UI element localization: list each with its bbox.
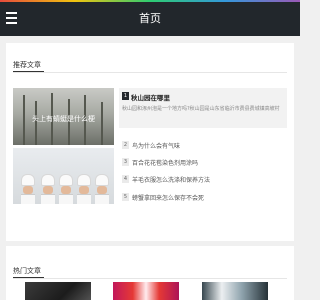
hot-article-thumbnail[interactable]	[113, 282, 179, 300]
featured-article-summary: 秋山园和涿州泡是一个地方吗?秋山园是山东省临沂市费县费城镇高坡村	[122, 106, 280, 112]
rank-badge: 1	[122, 92, 129, 100]
rank-badge: 2	[122, 141, 129, 149]
hot-section: 热门文章	[6, 246, 294, 300]
recommended-section-title: 推荐文章	[13, 61, 41, 69]
section-divider	[13, 278, 287, 279]
recommended-section: 推荐文章 头上有蜻蜓是什么梗 1 秋山园在哪里 秋山园和涿州泡是一个地方吗?秋山…	[6, 43, 294, 241]
hot-article-thumbnail[interactable]	[202, 282, 268, 300]
list-item[interactable]: 百合花花苞染色剂用涂吗	[132, 158, 198, 167]
hot-section-title: 热门文章	[13, 267, 41, 275]
article-image-chefs[interactable]	[13, 148, 114, 204]
rank-badge: 5	[122, 193, 129, 201]
image-caption: 头上有蜻蜓是什么梗	[32, 115, 95, 123]
article-image-dragonfly[interactable]: 头上有蜻蜓是什么梗	[13, 88, 114, 145]
rank-badge: 4	[122, 175, 129, 183]
page-title: 首页	[139, 12, 161, 25]
list-item[interactable]: 羊毛衣服怎么洗涤和保养方法	[132, 175, 210, 184]
featured-article-title[interactable]: 秋山园在哪里	[131, 92, 170, 102]
rank-badge: 3	[122, 158, 129, 166]
hot-article-thumbnail[interactable]	[25, 282, 91, 300]
list-item[interactable]: 鸟为什么会有气味	[132, 141, 180, 150]
list-item[interactable]: 螃蟹拿回来怎么保存不会死	[132, 193, 204, 202]
top-bar: 首页	[0, 2, 300, 36]
section-divider	[13, 72, 287, 73]
